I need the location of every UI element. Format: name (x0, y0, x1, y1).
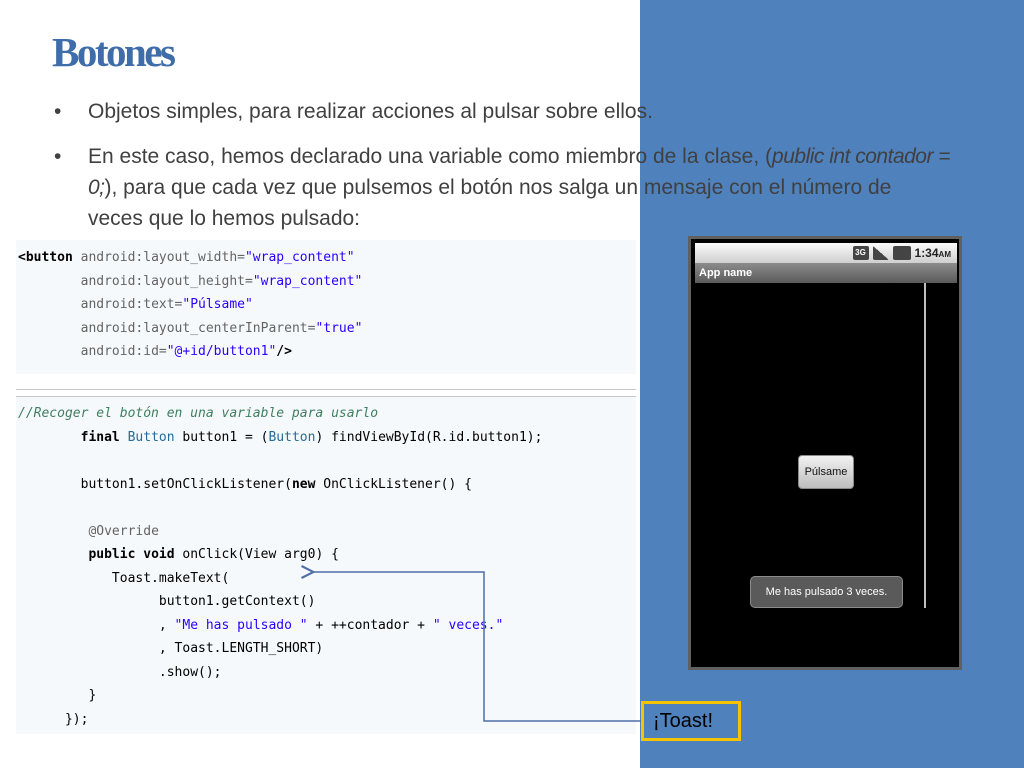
pulsame-button[interactable]: Púlsame (798, 455, 854, 489)
slide-title: Botones (52, 29, 176, 75)
bullet-item-2: En este caso, hemos declarado una variab… (52, 141, 952, 234)
bullet-item-1: Objetos simples, para realizar acciones … (52, 96, 952, 127)
network-3g-icon: 3G (852, 246, 869, 260)
code-divider (16, 389, 636, 390)
signal-strength-icon (872, 246, 889, 260)
vertical-guide-line (924, 283, 926, 608)
code-line: //Recoger el botón en una variable para … (18, 406, 543, 727)
code-line: <button android:layout_width="wrap_conte… (18, 250, 363, 359)
bullet-1-text: Objetos simples, para realizar acciones … (88, 100, 653, 123)
xml-code-block: <button android:layout_width="wrap_conte… (16, 240, 636, 374)
code-screenshot: <button android:layout_width="wrap_conte… (16, 240, 636, 734)
toast-message: Me has pulsado 3 veces. (750, 576, 903, 608)
status-bar: 3G 1:34AM (695, 243, 957, 263)
android-emulator-screen: 3G 1:34AM App name Púlsame Me has pulsad… (688, 236, 962, 670)
battery-icon (892, 246, 911, 260)
bullet-2-text-after: ), para que cada vez que pulsemos el bot… (88, 176, 892, 230)
toast-callout-label: ¡Toast! (641, 701, 741, 741)
bullet-list: Objetos simples, para realizar acciones … (52, 96, 952, 248)
app-title-bar: App name (695, 263, 957, 283)
status-time: 1:34AM (914, 246, 951, 260)
bullet-2-text-before: En este caso, hemos declarado una variab… (88, 145, 773, 168)
java-code-block: //Recoger el botón en una variable para … (16, 397, 636, 734)
